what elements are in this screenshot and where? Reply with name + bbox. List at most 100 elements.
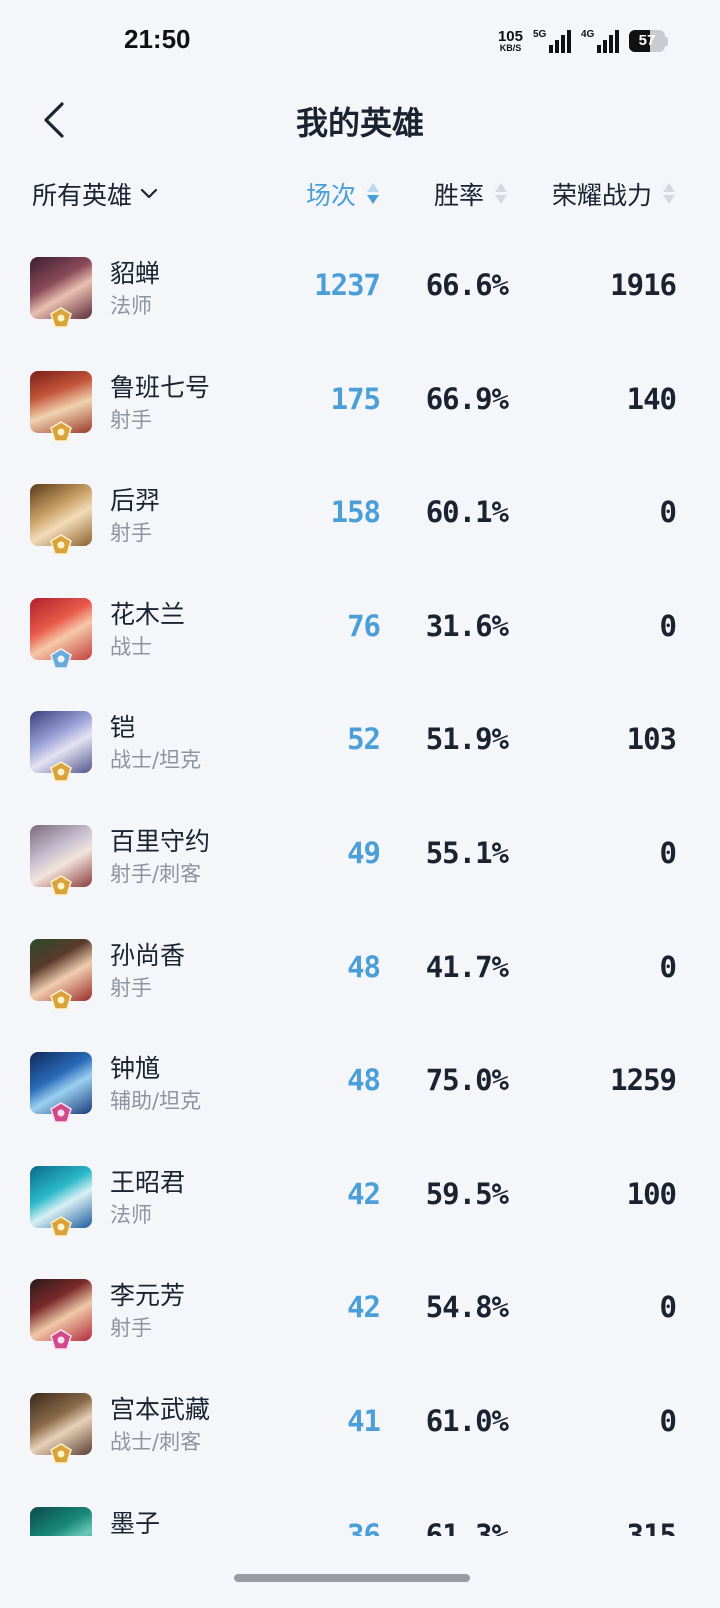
- signal-5g-icon: 5G: [533, 29, 571, 53]
- hero-power: 0: [659, 949, 677, 984]
- hero-row[interactable]: 王昭君 法师 42 59.5% 100: [0, 1141, 720, 1255]
- battery-icon: 57: [629, 30, 668, 52]
- hero-row[interactable]: 墨子 36 61.3% 315: [0, 1482, 720, 1536]
- network-speed-unit: KB/S: [499, 43, 522, 53]
- hero-name: 宫本武藏: [110, 1394, 211, 1424]
- hero-power: 1916: [610, 268, 677, 302]
- mastery-badge-icon: [50, 875, 72, 896]
- network-speed-value: 105: [497, 28, 523, 45]
- hero-games: 1237: [314, 268, 381, 302]
- mastery-badge-icon: [50, 1329, 72, 1351]
- hero-name: 钟馗: [110, 1054, 161, 1084]
- sort-desc-icon: [367, 183, 379, 204]
- status-icons: 105 KB/S 5G 4G 57: [498, 26, 668, 56]
- hero-power: 0: [659, 835, 677, 870]
- hero-row[interactable]: 钟馗 辅助/坦克 48 75.0% 1259: [0, 1027, 720, 1141]
- hero-role: 射手: [110, 975, 152, 1000]
- hero-winrate: 55.1%: [425, 835, 509, 870]
- hero-filter-dropdown[interactable]: 所有英雄: [32, 176, 158, 212]
- mastery-badge-icon: [50, 647, 72, 669]
- hero-row[interactable]: 貂蝉 法师 1237 66.6% 1916: [0, 232, 720, 346]
- hero-games: 36: [347, 1517, 381, 1536]
- hero-role: 射手: [110, 1316, 152, 1341]
- hero-games: 42: [347, 1290, 381, 1325]
- hero-role: 战士/坦克: [110, 748, 202, 773]
- hero-role: 法师: [110, 1202, 152, 1227]
- hero-avatar: [30, 484, 92, 555]
- hero-role: 射手/刺客: [110, 861, 202, 886]
- hero-power: 0: [659, 608, 677, 643]
- mastery-badge-icon: [50, 761, 72, 783]
- hero-role: 射手: [110, 521, 152, 546]
- hero-row[interactable]: 李元芳 射手 42 54.8% 0: [0, 1254, 720, 1368]
- hero-winrate: 51.9%: [425, 722, 509, 757]
- hero-row[interactable]: 宫本武藏 战士/刺客 41 61.0% 0: [0, 1368, 720, 1482]
- mastery-badge-icon: [50, 534, 72, 555]
- hero-row[interactable]: 后羿 射手 158 60.1% 0: [0, 459, 720, 573]
- hero-role: 射手: [110, 407, 152, 432]
- hero-role: 法师: [110, 294, 152, 318]
- chevron-down-icon: [140, 188, 158, 199]
- power-column-label: 荣耀战力: [551, 181, 652, 210]
- sort-by-games[interactable]: 场次: [306, 176, 380, 212]
- hero-winrate: 61.3%: [425, 1517, 509, 1536]
- hero-avatar: [30, 1052, 92, 1123]
- hero-power: 315: [626, 1517, 677, 1536]
- hero-role: 战士: [110, 634, 152, 659]
- hero-winrate: 60.1%: [425, 495, 509, 530]
- hero-avatar: [30, 711, 92, 783]
- home-indicator[interactable]: [234, 1574, 470, 1582]
- hero-name: 后羿: [110, 486, 161, 516]
- hero-name: 铠: [110, 713, 136, 743]
- hero-games: 158: [330, 495, 381, 530]
- hero-row[interactable]: 鲁班七号 射手 175 66.9% 140: [0, 346, 720, 460]
- signal-4g-label: 4G: [581, 29, 595, 40]
- hero-winrate: 31.6%: [425, 608, 509, 643]
- hero-name: 李元芳: [110, 1281, 186, 1311]
- hero-games: 41: [347, 1403, 381, 1438]
- hero-avatar: [30, 597, 92, 669]
- hero-name: 墨子: [110, 1508, 161, 1536]
- status-bar: 21:50 105 KB/S 5G 4G 57: [0, 0, 720, 80]
- games-column-label: 场次: [305, 181, 356, 210]
- hero-games: 48: [347, 949, 381, 984]
- signal-5g-label: 5G: [533, 29, 547, 40]
- hero-row[interactable]: 花木兰 战士 76 31.6% 0: [0, 573, 720, 687]
- hero-row[interactable]: 铠 战士/坦克 52 51.9% 103: [0, 686, 720, 800]
- hero-power: 0: [659, 495, 677, 530]
- hero-row[interactable]: 百里守约 射手/刺客 49 55.1% 0: [0, 800, 720, 914]
- hero-games: 175: [330, 381, 381, 416]
- network-speed: 105 KB/S: [498, 29, 523, 53]
- sort-by-power[interactable]: 荣耀战力: [552, 176, 676, 212]
- hero-avatar: [30, 824, 92, 896]
- hero-winrate: 54.8%: [425, 1290, 509, 1325]
- hero-list[interactable]: 貂蝉 法师 1237 66.6% 1916 鲁班七号 射手 175 66.9% …: [0, 232, 720, 1536]
- hero-avatar: [30, 1165, 92, 1237]
- mastery-badge-icon: [50, 307, 72, 328]
- hero-games: 42: [347, 1176, 381, 1211]
- hero-power: 0: [659, 1403, 677, 1438]
- hero-name: 孙尚香: [110, 940, 186, 970]
- hero-power: 140: [626, 381, 677, 416]
- mastery-badge-icon: [50, 1215, 72, 1237]
- hero-name: 鲁班七号: [110, 372, 211, 402]
- hero-row[interactable]: 孙尚香 射手 48 41.7% 0: [0, 914, 720, 1028]
- hero-name: 貂蝉: [110, 259, 161, 288]
- winrate-column-label: 胜率: [433, 181, 484, 210]
- hero-winrate: 59.5%: [425, 1176, 509, 1211]
- column-header: 所有英雄 场次 胜率 荣耀战力: [0, 170, 720, 220]
- hero-name: 王昭君: [110, 1167, 186, 1197]
- hero-winrate: 66.6%: [425, 268, 509, 302]
- hero-winrate: 61.0%: [425, 1403, 509, 1438]
- hero-avatar: [30, 1506, 92, 1536]
- hero-avatar: [30, 1279, 92, 1351]
- hero-winrate: 41.7%: [425, 949, 509, 984]
- hero-role: 战士/刺客: [110, 1429, 202, 1454]
- hero-name: 花木兰: [110, 599, 186, 629]
- mastery-badge-icon: [50, 420, 72, 442]
- hero-games: 48: [347, 1063, 381, 1098]
- hero-avatar: [30, 938, 92, 1010]
- hero-games: 52: [347, 722, 381, 757]
- mastery-badge-icon: [50, 1102, 72, 1123]
- sort-by-winrate[interactable]: 胜率: [434, 176, 508, 212]
